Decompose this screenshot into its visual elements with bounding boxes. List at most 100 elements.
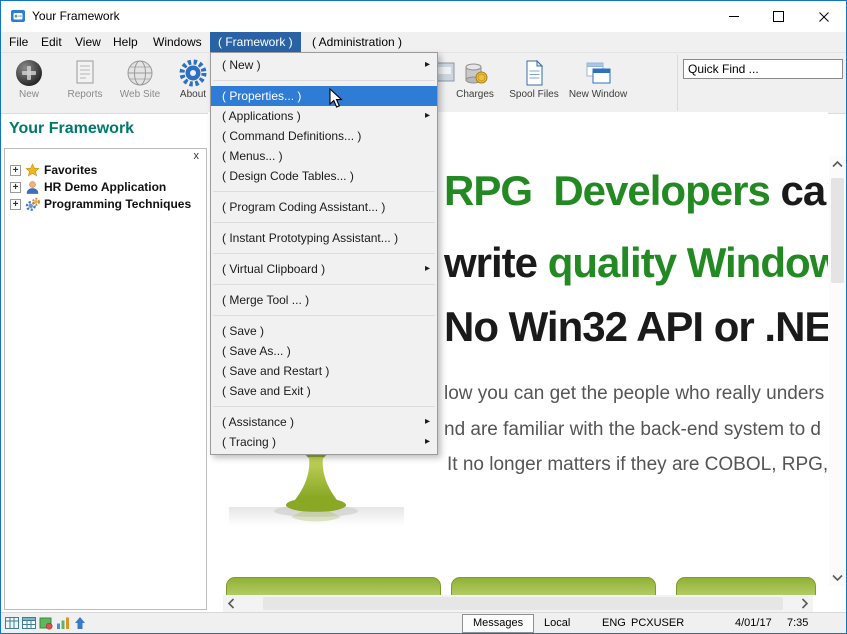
menu-item-save[interactable]: ( Save ) xyxy=(211,321,437,341)
menu-item-program-coding-assistant[interactable]: ( Program Coding Assistant... ) xyxy=(211,197,437,217)
headline-1: RPG Developers can xyxy=(444,169,828,213)
toolbar-button-spool-files[interactable]: Spool Files xyxy=(505,56,563,110)
menu-item-save-and-restart[interactable]: ( Save and Restart ) xyxy=(211,361,437,381)
arrow-up-icon[interactable] xyxy=(73,616,87,630)
minimize-button[interactable] xyxy=(711,1,756,32)
reports-icon xyxy=(70,58,100,88)
menu-item-properties[interactable]: ( Properties... ) xyxy=(211,86,437,106)
status-indicator-icon[interactable] xyxy=(39,616,53,630)
expand-icon[interactable] xyxy=(10,199,21,210)
content-card-1 xyxy=(226,577,441,595)
close-button[interactable] xyxy=(801,1,846,32)
menu-item-save-and-exit[interactable]: ( Save and Exit ) xyxy=(211,381,437,401)
toolbar-label-reports: Reports xyxy=(59,89,111,100)
chevron-up-icon xyxy=(829,156,846,173)
status-time: 7:35 xyxy=(787,617,808,629)
content-card-3 xyxy=(676,577,816,595)
tree-item-favorites[interactable]: Favorites xyxy=(10,162,97,178)
menu-edit[interactable]: Edit xyxy=(35,32,68,52)
toolbar-label-spool-files: Spool Files xyxy=(505,89,563,100)
tree-item-label: Programming Techniques xyxy=(44,197,191,211)
menubar: File Edit View Help Windows ( Framework … xyxy=(1,32,846,52)
tree-item-hr-demo-application[interactable]: HR Demo Application xyxy=(10,179,166,195)
sidebar-title: Your Framework xyxy=(9,120,134,138)
menu-item-command-definitions[interactable]: ( Command Definitions... ) xyxy=(211,126,437,146)
expand-icon[interactable] xyxy=(10,182,21,193)
scroll-up-button[interactable] xyxy=(829,156,846,173)
table-icon[interactable] xyxy=(5,616,19,630)
app-window: Your Framework File Edit View Help Windo… xyxy=(0,0,847,634)
menu-item-tracing[interactable]: ( Tracing )▸ xyxy=(211,432,437,452)
menu-item-assistance[interactable]: ( Assistance )▸ xyxy=(211,412,437,432)
toolbar-label-new-window: New Window xyxy=(565,89,631,100)
menu-file[interactable]: File xyxy=(3,32,34,52)
toolbar-label-charges: Charges xyxy=(447,89,503,100)
window-title: Your Framework xyxy=(32,9,120,23)
vertical-scroll-thumb[interactable] xyxy=(831,178,844,283)
chart-icon[interactable] xyxy=(56,616,70,630)
submenu-arrow-icon: ▸ xyxy=(425,55,430,75)
headline-3: No Win32 API or .NET sk xyxy=(444,305,828,349)
toolbar-label-new: New xyxy=(5,89,53,100)
scroll-right-button[interactable] xyxy=(796,595,813,612)
menu-administration[interactable]: ( Administration ) xyxy=(306,32,408,52)
submenu-arrow-icon: ▸ xyxy=(425,106,430,126)
tree-item-label: Favorites xyxy=(44,163,97,177)
status-language: ENG xyxy=(602,617,626,629)
expand-icon[interactable] xyxy=(10,165,21,176)
spool-files-icon xyxy=(519,58,549,88)
toolbar-button-new-window[interactable]: New Window xyxy=(565,56,631,110)
titlebar: Your Framework xyxy=(1,1,846,32)
menu-separator xyxy=(213,406,435,407)
toolbar-button-website[interactable]: Web Site xyxy=(113,56,167,110)
toolbar-button-charges[interactable]: Charges xyxy=(447,56,503,110)
body-line-2: nd are familiar with the back-end system… xyxy=(444,419,821,441)
menu-item-save-as[interactable]: ( Save As... ) xyxy=(211,341,437,361)
horizontal-scrollbar[interactable] xyxy=(223,595,813,612)
new-icon xyxy=(14,58,44,88)
menu-separator xyxy=(213,80,435,81)
person-icon xyxy=(25,180,40,195)
menu-view[interactable]: View xyxy=(69,32,107,52)
maximize-button[interactable] xyxy=(756,1,801,32)
menu-help[interactable]: Help xyxy=(107,32,144,52)
scroll-down-button[interactable] xyxy=(829,569,846,586)
menu-item-merge-tool[interactable]: ( Merge Tool ... ) xyxy=(211,290,437,310)
menu-item-new[interactable]: ( New )▸ xyxy=(211,55,437,75)
tree-item-label: HR Demo Application xyxy=(44,180,166,194)
content-card-2 xyxy=(451,577,656,595)
close-icon xyxy=(819,12,829,22)
new-window-icon xyxy=(583,58,613,88)
app-icon xyxy=(10,8,26,24)
toolbar-button-reports[interactable]: Reports xyxy=(59,56,111,110)
menu-separator xyxy=(213,253,435,254)
menu-item-virtual-clipboard[interactable]: ( Virtual Clipboard )▸ xyxy=(211,259,437,279)
menu-item-design-code-tables[interactable]: ( Design Code Tables... ) xyxy=(211,166,437,186)
messages-button[interactable]: Messages xyxy=(462,614,534,633)
tree-close-button[interactable]: x xyxy=(194,150,200,162)
menu-separator xyxy=(213,191,435,192)
menu-item-applications[interactable]: ( Applications )▸ xyxy=(211,106,437,126)
menu-separator xyxy=(213,315,435,316)
about-gear-icon xyxy=(178,58,208,88)
menu-framework[interactable]: ( Framework ) xyxy=(210,32,301,52)
quick-find-input[interactable] xyxy=(683,59,843,79)
window-controls xyxy=(711,1,846,32)
minimize-icon xyxy=(729,16,739,17)
chevron-left-icon xyxy=(223,595,240,612)
body-line-3: It no longer matters if they are COBOL, … xyxy=(447,454,828,476)
horizontal-scroll-thumb[interactable] xyxy=(263,597,783,610)
tree-item-programming-techniques[interactable]: Programming Techniques xyxy=(10,196,191,212)
submenu-arrow-icon: ▸ xyxy=(425,259,430,279)
gears-icon xyxy=(25,197,40,212)
vertical-scrollbar[interactable] xyxy=(829,156,846,586)
toolbar-button-new[interactable]: New xyxy=(5,56,53,110)
menu-windows[interactable]: Windows xyxy=(147,32,208,52)
grid-icon[interactable] xyxy=(22,616,36,630)
tree-panel: x Favorites HR Demo Application Programm… xyxy=(4,148,207,610)
scroll-left-button[interactable] xyxy=(223,595,240,612)
mouse-cursor xyxy=(329,88,343,114)
statusbar: Messages Local ENG PCXUSER 4/01/17 7:35 xyxy=(1,612,846,634)
menu-item-instant-prototyping-assistant[interactable]: ( Instant Prototyping Assistant... ) xyxy=(211,228,437,248)
menu-item-menus[interactable]: ( Menus... ) xyxy=(211,146,437,166)
